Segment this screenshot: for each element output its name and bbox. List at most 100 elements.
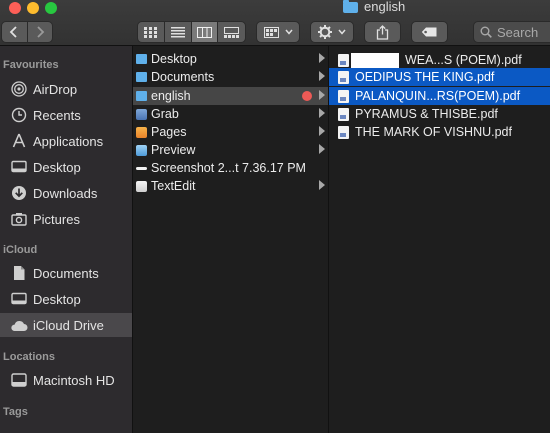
chevron-right-icon (37, 26, 45, 38)
column-row-textedit[interactable]: TextEdit (133, 177, 328, 195)
file-row[interactable]: OEDIPUS THE KING.pdf (329, 68, 550, 86)
sidebar-item-downloads[interactable]: Downloads (0, 181, 132, 205)
tag-icon (421, 27, 437, 37)
sidebar-item-macintosh-hd[interactable]: Macintosh HD (0, 368, 132, 392)
sidebar-item-label: Recents (33, 107, 81, 123)
search-field[interactable]: Search (473, 21, 550, 43)
pages-app-icon (136, 126, 147, 138)
pdf-file-icon (338, 53, 349, 67)
hard-drive-icon (10, 371, 28, 389)
airdrop-icon (10, 80, 28, 98)
pdf-file-icon (338, 107, 349, 121)
file-name: WEA...S (POEM).pdf (405, 53, 522, 67)
sidebar-item-desktop[interactable]: Desktop (0, 155, 132, 179)
list-view-button[interactable] (165, 22, 192, 42)
row-label: Screenshot 2...t 7.36.17 PM (151, 161, 306, 175)
applications-icon (10, 132, 28, 150)
browser-column-1: Desktop Documents english Grab Pages Pre… (133, 46, 329, 433)
row-label: Grab (151, 107, 179, 121)
window-title: english (343, 0, 405, 14)
sidebar-item-pictures[interactable]: Pictures (0, 207, 132, 231)
file-row[interactable]: WEA...S (POEM).pdf (329, 51, 550, 69)
pdf-file-icon (338, 89, 349, 103)
row-label: Documents (151, 70, 215, 84)
column-row-screenshot[interactable]: Screenshot 2...t 7.36.17 PM (133, 159, 328, 177)
folder-icon (343, 0, 358, 13)
sidebar-item-applications[interactable]: Applications (0, 129, 132, 153)
column-view-icon (196, 26, 212, 38)
pdf-file-icon (338, 70, 349, 84)
file-row[interactable]: PYRAMUS & THISBE.pdf (329, 105, 550, 123)
chevron-right-icon (319, 90, 325, 100)
action-menu-button[interactable] (310, 21, 354, 43)
chevron-right-icon (319, 53, 325, 63)
tag-button[interactable] (411, 21, 448, 43)
grab-app-icon (136, 108, 147, 120)
zoom-window-button[interactable] (45, 2, 57, 14)
row-label: english (151, 89, 191, 103)
sidebar-item-icloud-desktop[interactable]: Desktop (0, 287, 132, 311)
search-icon (480, 26, 492, 38)
group-by-icon (263, 26, 279, 38)
folder-icon (136, 91, 147, 101)
redaction-box (351, 52, 399, 68)
file-name: THE MARK OF VISHNU.pdf (355, 125, 512, 139)
sidebar-section-locations: Locations (3, 351, 55, 363)
minimize-window-button[interactable] (27, 2, 39, 14)
document-icon (10, 264, 28, 282)
row-label: Pages (151, 125, 187, 139)
view-mode-control (137, 21, 246, 43)
sidebar-item-label: iCloud Drive (33, 317, 104, 333)
icon-view-icon (144, 26, 158, 38)
column-row-preview[interactable]: Preview (133, 141, 328, 159)
sidebar-item-label: AirDrop (33, 81, 78, 97)
pdf-file-icon (338, 125, 349, 139)
sidebar-item-airdrop[interactable]: AirDrop (0, 77, 132, 101)
sidebar-item-label: Applications (33, 133, 104, 149)
share-icon (376, 24, 389, 40)
back-forward-control (1, 21, 53, 43)
clock-icon (10, 106, 28, 124)
desktop-icon (10, 290, 28, 308)
folder-icon (136, 72, 147, 82)
file-name: PYRAMUS & THISBE.pdf (355, 107, 498, 121)
gear-icon (318, 25, 332, 39)
list-view-icon (170, 26, 185, 37)
chevron-right-icon (319, 144, 325, 154)
sidebar-item-label: Downloads (33, 185, 98, 201)
chevron-right-icon (319, 71, 325, 81)
close-window-button[interactable] (9, 2, 21, 14)
column-row-english[interactable]: english (133, 87, 328, 105)
back-button[interactable] (2, 22, 28, 42)
chevron-right-icon (319, 180, 325, 190)
row-label: Desktop (151, 52, 197, 66)
file-row[interactable]: PALANQUIN...RS(POEM).pdf (329, 87, 550, 105)
sidebar-item-icloud-drive[interactable]: iCloud Drive (0, 313, 132, 337)
column-row-pages[interactable]: Pages (133, 123, 328, 141)
forward-button[interactable] (28, 22, 53, 42)
folder-icon (136, 54, 147, 64)
sidebar-section-favourites: Favourites (3, 59, 59, 71)
browser-column-2: WEA...S (POEM).pdf OEDIPUS THE KING.pdf … (329, 46, 550, 433)
share-button[interactable] (364, 21, 401, 43)
chevron-left-icon (9, 26, 17, 38)
sidebar-item-icloud-documents[interactable]: Documents (0, 261, 132, 285)
toolbar: english Search (0, 0, 550, 46)
gallery-view-button[interactable] (218, 22, 245, 42)
column-view-button[interactable] (191, 22, 219, 42)
icon-view-button[interactable] (138, 22, 165, 42)
column-row-documents[interactable]: Documents (133, 68, 328, 86)
preview-app-icon (136, 144, 147, 156)
group-by-button[interactable] (256, 21, 300, 43)
sidebar: Favourites AirDrop Recents Applications … (0, 46, 133, 433)
column-row-grab[interactable]: Grab (133, 105, 328, 123)
image-file-icon (136, 166, 147, 170)
cloud-icon (10, 316, 28, 334)
sidebar-item-label: Desktop (33, 159, 81, 175)
gallery-view-icon (224, 26, 240, 38)
file-row[interactable]: THE MARK OF VISHNU.pdf (329, 123, 550, 141)
sidebar-item-recents[interactable]: Recents (0, 103, 132, 127)
chevron-down-icon (284, 29, 293, 35)
search-placeholder: Search (497, 24, 539, 40)
column-row-desktop[interactable]: Desktop (133, 50, 328, 68)
